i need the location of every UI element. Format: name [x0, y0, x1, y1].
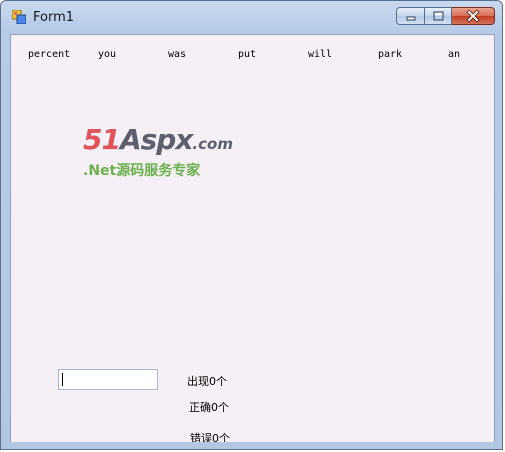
main-window: Form1 percent you was put will park an 5…: [0, 0, 503, 450]
maximize-icon: [433, 11, 444, 21]
correct-count-label: 正确0个: [189, 401, 229, 414]
word-label: you: [98, 49, 117, 60]
word-label: will: [308, 49, 333, 60]
logo-domain: .com: [192, 135, 233, 153]
minimize-button[interactable]: [396, 7, 424, 25]
window-bottom-border: [1, 442, 502, 449]
app-icon: [12, 10, 26, 24]
word-label: park: [378, 49, 403, 60]
text-caret: [62, 373, 63, 386]
minimize-icon: [406, 16, 415, 21]
appeared-count-label: 出现0个: [187, 375, 227, 388]
logo-tagline: .Net源码服务专家: [83, 163, 201, 179]
logo-number: 51: [83, 123, 121, 156]
word-label: an: [448, 49, 461, 60]
watermark-logo: 51Aspx.com: [83, 123, 233, 156]
window-title: Form1: [33, 10, 75, 25]
title-bar[interactable]: Form1: [1, 1, 502, 35]
close-icon: [466, 10, 480, 22]
word-label: put: [238, 49, 257, 60]
caption-buttons: [396, 7, 495, 27]
answer-input[interactable]: [58, 369, 158, 390]
close-button[interactable]: [452, 7, 495, 25]
form-client-area: percent you was put will park an 51Aspx.…: [10, 34, 495, 445]
logo-word: Aspx: [119, 123, 193, 156]
word-label: percent: [28, 49, 71, 60]
word-label: was: [168, 49, 187, 60]
maximize-button[interactable]: [424, 7, 452, 25]
